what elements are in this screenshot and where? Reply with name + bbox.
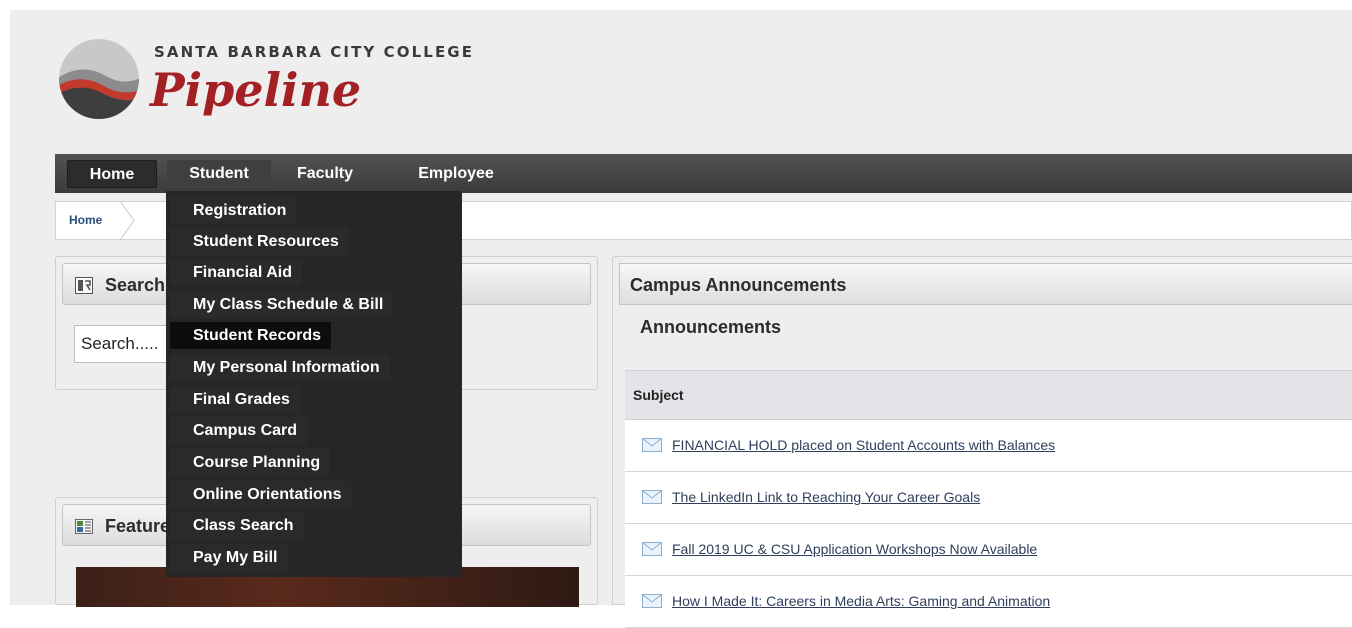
search-portlet-title: Search xyxy=(105,275,166,295)
college-name: SANTA BARBARA CITY COLLEGE xyxy=(154,43,475,61)
featured-portlet-icon xyxy=(75,519,93,534)
announcement-link[interactable]: Fall 2019 UC & CSU Application Workshops… xyxy=(672,541,1037,557)
nav-home[interactable]: Home xyxy=(67,160,157,188)
menu-item-registration[interactable]: Registration xyxy=(170,197,297,224)
menu-item-final-grades[interactable]: Final Grades xyxy=(170,386,300,413)
menu-item-course-planning[interactable]: Course Planning xyxy=(170,449,331,476)
main-nav-bar: Home Student Faculty Employee xyxy=(55,154,1352,193)
student-dropdown-menu: Registration Student Resources Financial… xyxy=(166,191,462,577)
menu-item-student-records[interactable]: Student Records xyxy=(170,322,332,349)
nav-employee[interactable]: Employee xyxy=(405,160,507,188)
menu-item-online-orientations[interactable]: Online Orientations xyxy=(170,481,352,508)
breadcrumb-home[interactable]: Home xyxy=(69,213,102,227)
menu-item-campus-card[interactable]: Campus Card xyxy=(170,417,308,444)
nav-faculty[interactable]: Faculty xyxy=(285,160,365,188)
nav-student[interactable]: Student xyxy=(167,160,271,188)
menu-item-my-personal-information[interactable]: My Personal Information xyxy=(170,354,390,381)
announcement-link[interactable]: How I Made It: Careers in Media Arts: Ga… xyxy=(672,593,1050,609)
announcements-header: Campus Announcements xyxy=(619,263,1352,305)
breadcrumb-separator-icon xyxy=(119,201,135,240)
menu-item-financial-aid[interactable]: Financial Aid xyxy=(170,259,302,286)
menu-item-class-search[interactable]: Class Search xyxy=(170,512,304,539)
menu-item-pay-my-bill[interactable]: Pay My Bill xyxy=(170,544,288,571)
menu-item-student-resources[interactable]: Student Resources xyxy=(170,228,349,255)
search-portlet-icon xyxy=(75,277,93,294)
sbcc-logo-icon xyxy=(59,39,139,119)
table-row: Fall 2019 UC & CSU Application Workshops… xyxy=(625,524,1352,576)
mail-icon xyxy=(642,542,662,556)
menu-item-my-class-schedule-bill[interactable]: My Class Schedule & Bill xyxy=(170,291,394,318)
announcements-panel-title: Campus Announcements xyxy=(630,275,847,295)
announcement-link[interactable]: The LinkedIn Link to Reaching Your Caree… xyxy=(672,489,980,505)
announcements-subtitle: Announcements xyxy=(640,317,782,337)
portal-name: Pipeline xyxy=(150,63,362,117)
subject-column-header[interactable]: Subject xyxy=(625,370,1352,420)
mail-icon xyxy=(642,490,662,504)
mail-icon xyxy=(642,438,662,452)
table-row: How I Made It: Careers in Media Arts: Ga… xyxy=(625,576,1352,628)
table-row: FINANCIAL HOLD placed on Student Account… xyxy=(625,420,1352,472)
table-row: The LinkedIn Link to Reaching Your Caree… xyxy=(625,472,1352,524)
campus-announcements-panel: Campus Announcements Announcements Subje… xyxy=(612,256,1352,628)
announcement-link[interactable]: FINANCIAL HOLD placed on Student Account… xyxy=(672,437,1055,453)
mail-icon xyxy=(642,594,662,608)
announcements-table: Subject FINANCIAL HOLD placed on Student… xyxy=(625,370,1352,628)
